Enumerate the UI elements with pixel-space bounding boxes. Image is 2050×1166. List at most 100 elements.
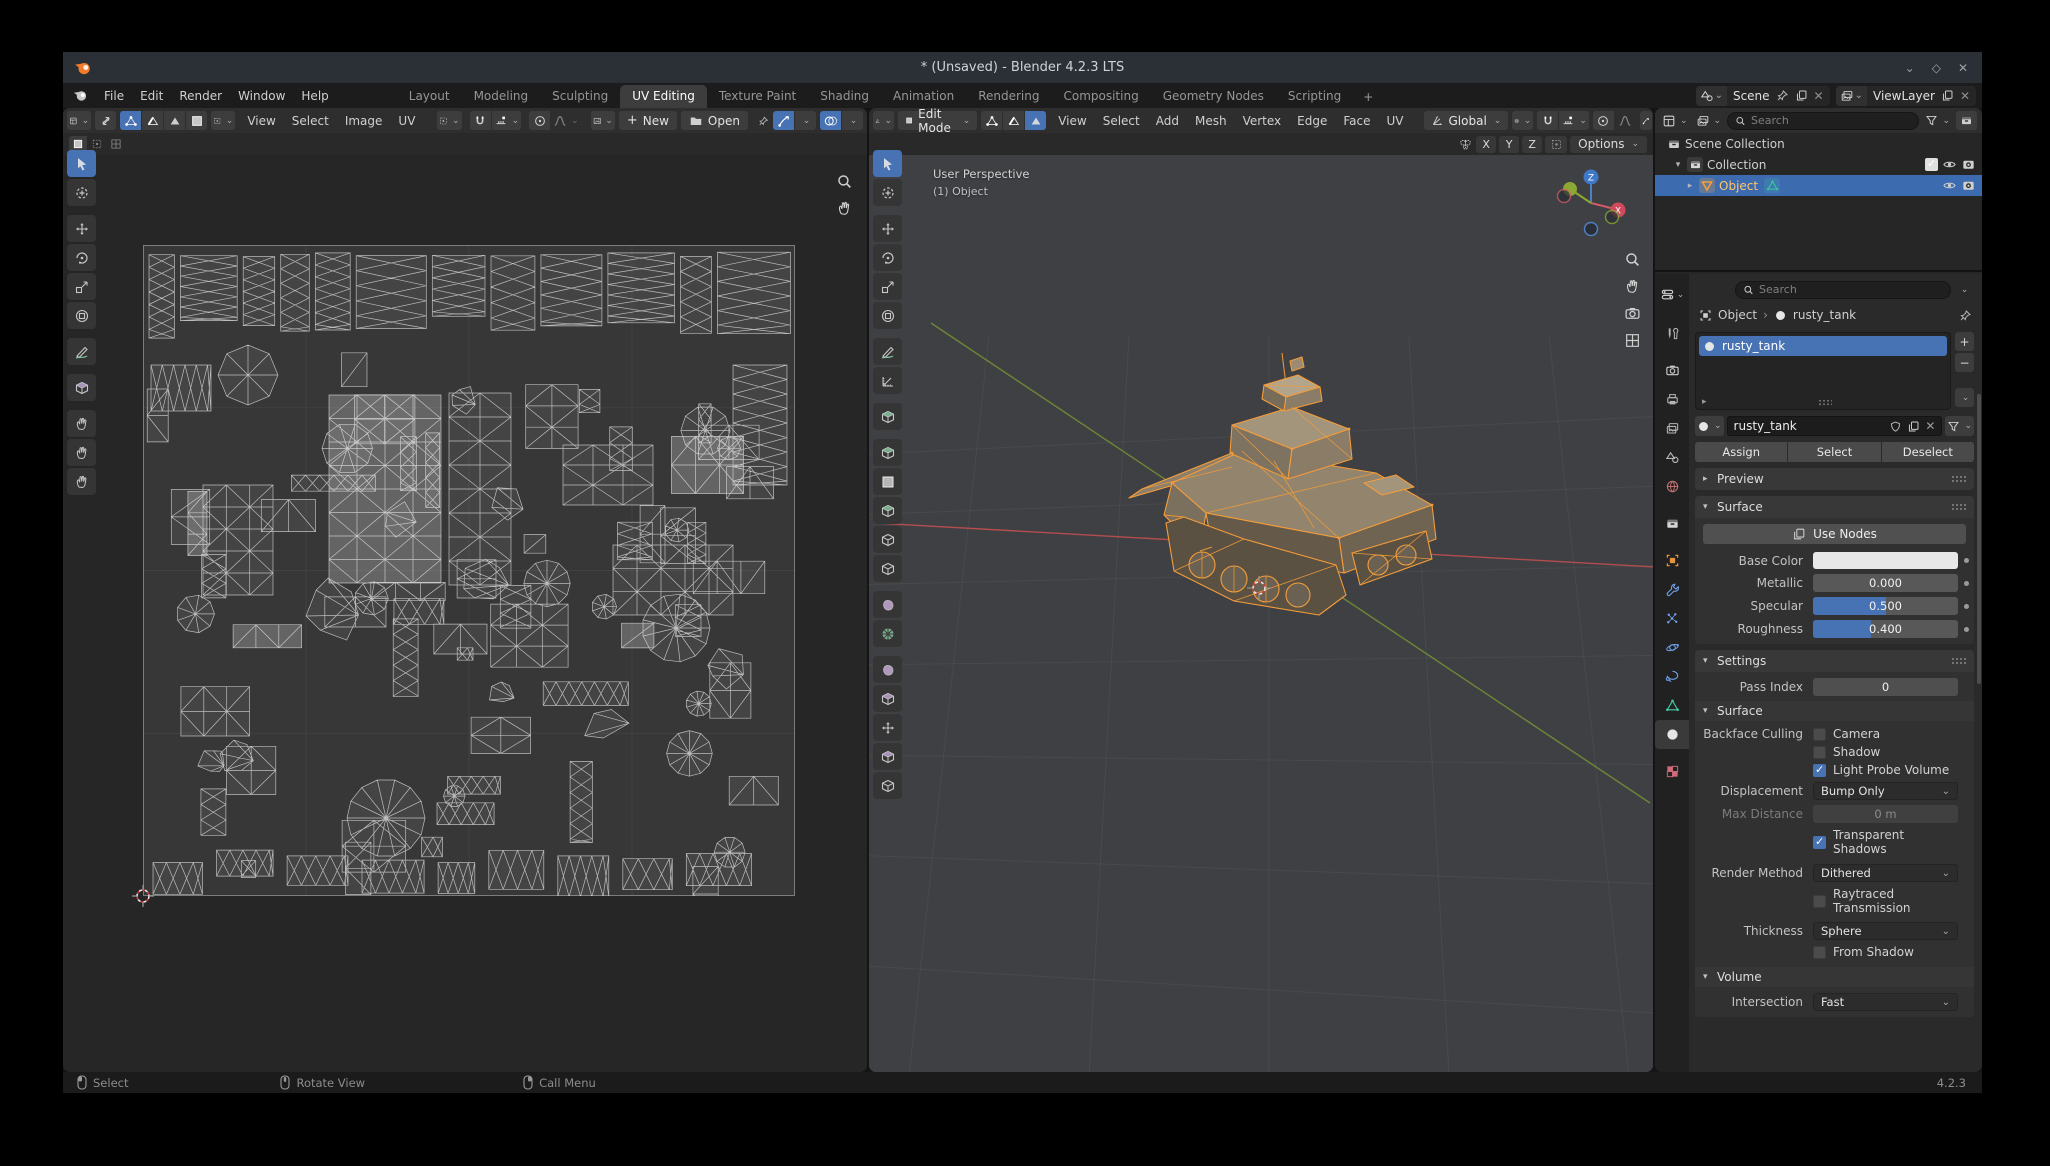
tab-geometry-nodes[interactable]: Geometry Nodes [1151, 85, 1276, 108]
unlink-scene-icon[interactable]: ✕ [1814, 89, 1824, 103]
subpanel-surface-header[interactable]: Surface [1695, 701, 1974, 721]
decorator-dot[interactable] [1964, 581, 1969, 586]
uv-menu-uv[interactable]: UV [390, 111, 423, 131]
uv-canvas[interactable] [63, 155, 867, 1072]
duplicate-viewlayer-icon[interactable] [1941, 89, 1954, 102]
tool-poly-build[interactable] [873, 591, 902, 618]
uv-overlays-dropdown[interactable]: ⌄ [842, 111, 863, 130]
use-nodes-button[interactable]: Use Nodes [1703, 524, 1966, 544]
collection-checkbox[interactable] [1925, 158, 1938, 171]
outliner-search[interactable] [1727, 112, 1919, 130]
mirror-icon[interactable] [1458, 137, 1473, 152]
tank-mesh[interactable] [1114, 333, 1464, 628]
menu-file[interactable]: File [96, 86, 132, 106]
uv-proportional-editing-toggle[interactable] [529, 111, 550, 130]
duplicate-scene-icon[interactable] [1795, 89, 1808, 102]
tool-move[interactable] [873, 215, 902, 242]
base-color-swatch[interactable] [1813, 552, 1958, 569]
menu-render[interactable]: Render [171, 86, 230, 106]
uv-show-overlays-toggle[interactable] [820, 111, 841, 130]
snap-base-icon[interactable] [1545, 136, 1567, 153]
metallic-slider[interactable]: 0.000 [1813, 574, 1958, 592]
v3d-menu-uv[interactable]: UV [1379, 111, 1412, 131]
uv-tool-transform[interactable] [67, 302, 96, 329]
outliner-row-scene-collection[interactable]: Scene Collection [1655, 133, 1982, 154]
hide-eye-icon[interactable] [1942, 178, 1957, 193]
tool-extrude-region[interactable] [873, 439, 902, 466]
duplicate-material-icon[interactable] [1907, 420, 1920, 433]
proportional-editing-toggle[interactable] [1593, 111, 1614, 130]
tab-layout[interactable]: Layout [397, 85, 462, 108]
tab-output[interactable] [1655, 385, 1689, 414]
decorator-dot[interactable] [1964, 604, 1969, 609]
uv-tool-mode-subtract-button[interactable] [107, 136, 125, 152]
intersection-dropdown[interactable]: Fast [1813, 993, 1958, 1011]
tab-physics[interactable] [1655, 633, 1689, 662]
outliner-row-collection[interactable]: ▾ Collection [1655, 154, 1982, 175]
tab-particles[interactable] [1655, 604, 1689, 633]
tab-tool[interactable] [1655, 319, 1689, 348]
new-collection-button[interactable] [1956, 111, 1977, 130]
select-mode-vertex-button[interactable] [981, 111, 1002, 130]
snap-target-dropdown[interactable]: ⌄ [1559, 111, 1589, 130]
tab-scene[interactable] [1655, 443, 1689, 472]
v3d-menu-vertex[interactable]: Vertex [1235, 111, 1290, 131]
window-close-button[interactable]: ✕ [1958, 61, 1968, 75]
uv-menu-select[interactable]: Select [284, 111, 337, 131]
uv-select-edge-button[interactable] [142, 111, 163, 130]
uv-proportional-falloff-dropdown[interactable]: ⌄ [551, 111, 581, 130]
panel-drag-grip[interactable] [1951, 475, 1966, 483]
uv-image-browse-dropdown[interactable]: ⌄ [591, 111, 615, 130]
material-filter-dropdown[interactable]: ⌄ [1945, 416, 1974, 436]
mirror-z-toggle[interactable]: Z [1522, 136, 1542, 153]
tab-object[interactable] [1655, 546, 1689, 575]
tool-shrink-fatten[interactable] [873, 714, 902, 741]
tool-shear[interactable] [873, 743, 902, 770]
uv-zoom-icon[interactable] [836, 173, 853, 190]
pin-icon[interactable] [1959, 309, 1972, 322]
hide-eye-icon[interactable] [1942, 157, 1957, 172]
uv-menu-view[interactable]: View [239, 111, 283, 131]
uv-2d-cursor[interactable] [131, 884, 155, 908]
window-minimize-button[interactable]: ⌄ [1905, 61, 1915, 75]
decorator-dot[interactable] [1964, 627, 1969, 632]
blender-menu-icon[interactable] [73, 88, 88, 103]
select-mode-face-button[interactable] [1025, 111, 1046, 130]
tab-texture-paint[interactable]: Texture Paint [707, 85, 808, 108]
snap-toggle[interactable] [1537, 111, 1558, 130]
tab-collection[interactable] [1655, 509, 1689, 538]
properties-options-dropdown[interactable]: ⌄ [1953, 280, 1974, 299]
unlink-material-icon[interactable]: ✕ [1925, 419, 1935, 433]
tab-object-data[interactable] [1655, 691, 1689, 720]
material-slot-active[interactable]: rusty_tank [1699, 336, 1947, 356]
uv-pin-icon[interactable] [758, 114, 769, 128]
v3d-menu-mesh[interactable]: Mesh [1187, 111, 1235, 131]
scene-name[interactable]: Scene [1733, 89, 1770, 103]
transform-orientation-dropdown[interactable]: Global ⌄ [1424, 111, 1509, 130]
slot-list-expand-icon[interactable]: ▸ [1702, 397, 1707, 407]
uv-new-image-button[interactable]: +New [619, 111, 677, 130]
uv-select-island-button[interactable] [186, 111, 207, 130]
tab-animation[interactable]: Animation [881, 85, 966, 108]
viewlayer-name[interactable]: ViewLayer [1873, 89, 1935, 103]
outliner-display-mode-dropdown[interactable]: ⌄ [1694, 111, 1724, 130]
uv-pan-icon[interactable] [836, 200, 853, 217]
uv-tool-rotate[interactable] [67, 244, 96, 271]
menu-help[interactable]: Help [293, 86, 336, 106]
raytraced-transmission-checkbox[interactable] [1813, 895, 1826, 908]
fake-user-shield-icon[interactable] [1889, 420, 1902, 433]
properties-editor-type-dropdown[interactable]: ⌄ [1655, 280, 1689, 309]
object-expander[interactable]: ▸ [1685, 181, 1695, 191]
mirror-x-toggle[interactable]: X [1476, 136, 1496, 153]
render-method-dropdown[interactable]: Dithered [1813, 864, 1958, 882]
uv-tool-grab[interactable] [67, 410, 96, 437]
material-specials-dropdown[interactable]: ⌄ [1955, 388, 1974, 407]
uv-editor-type-dropdown[interactable]: ⌄ [67, 111, 91, 130]
tool-inset-faces[interactable] [873, 468, 902, 495]
uv-sync-selection-toggle[interactable] [95, 111, 116, 130]
v3d-menu-face[interactable]: Face [1335, 111, 1378, 131]
properties-scrollbar[interactable] [1977, 394, 1981, 684]
uv-pivot-dropdown[interactable]: ⌄ [437, 111, 461, 130]
tool-rip-region[interactable] [873, 772, 902, 799]
panel-drag-grip[interactable] [1951, 657, 1966, 665]
